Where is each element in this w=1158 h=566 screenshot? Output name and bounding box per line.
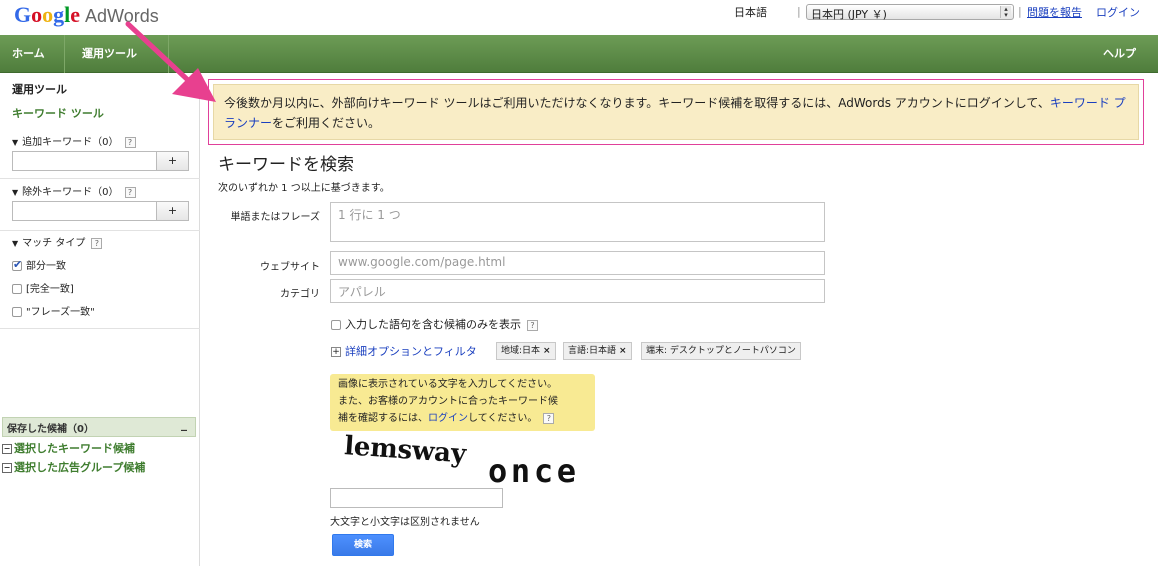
add-keywords-input[interactable]: [12, 151, 157, 171]
checkbox[interactable]: [12, 307, 22, 317]
checkbox-checked[interactable]: [12, 258, 22, 271]
expand-icon: +: [331, 347, 341, 357]
login-link[interactable]: ログイン: [1096, 4, 1140, 20]
divider: |: [797, 5, 801, 18]
help-icon[interactable]: ?: [91, 238, 103, 249]
sidebar: 運用ツール キーワード ツール ▼ 追加キーワード（0）? + ▼ 除外キーワード（…: [0, 73, 200, 566]
deprecation-notice: 今後数か月以内に、外部向けキーワード ツールはご利用いただけなくなります。キーワ…: [208, 79, 1144, 145]
exclude-keywords-toggle[interactable]: ▼ 除外キーワード（0）?: [12, 183, 136, 198]
match-phrase-option[interactable]: "フレーズ一致": [12, 303, 95, 318]
checkbox[interactable]: [331, 320, 341, 330]
captcha-instructions: 画像に表示されている文字を入力してください。 また、お客様のアカウントに合ったキ…: [330, 374, 595, 431]
currency-value: 日本円 (JPY ￥): [811, 8, 887, 21]
page-subtitle: 次のいずれか 1 つ以上に基づきます。: [218, 183, 390, 194]
add-exclude-button[interactable]: +: [156, 201, 189, 221]
captcha-input[interactable]: [330, 488, 503, 508]
nav-divider: [64, 35, 65, 73]
close-icon[interactable]: ×: [543, 346, 551, 356]
only-include-option[interactable]: 入力した語句を含む候補のみを表示?: [331, 316, 538, 332]
saved-ideas-header: 保存した候補（0） _: [2, 417, 196, 437]
category-input[interactable]: アパレル: [330, 279, 825, 303]
advanced-options-toggle[interactable]: + 詳細オプションとフィルタ: [331, 343, 477, 359]
divider: [0, 230, 200, 231]
nav-home[interactable]: ホーム: [12, 35, 45, 73]
selected-keyword-ideas[interactable]: − 選択したキーワード候補: [2, 440, 196, 456]
triangle-down-icon: ▼: [12, 138, 19, 147]
nav-help[interactable]: ヘルプ: [1103, 35, 1136, 73]
captcha-login-link[interactable]: ログイン: [428, 413, 468, 424]
arrow-icon: [125, 21, 216, 102]
notice-message: 今後数か月以内に、外部向けキーワード ツールはご利用いただけなくなります。キーワ…: [213, 84, 1139, 140]
divider: [0, 328, 200, 329]
match-type-toggle[interactable]: ▼ マッチ タイプ?: [12, 234, 103, 249]
phrase-label: 単語またはフレーズ: [230, 212, 321, 223]
triangle-down-icon: ▼: [12, 239, 19, 248]
exclude-keywords-input[interactable]: [12, 201, 157, 221]
filter-chip-language[interactable]: 言語:日本語 ×: [563, 342, 632, 360]
captcha-word-1: lemsway: [343, 432, 468, 470]
add-keyword-button[interactable]: +: [156, 151, 189, 171]
language-label: 日本語: [734, 6, 767, 19]
collapse-icon[interactable]: −: [2, 444, 12, 454]
report-issue-link[interactable]: 問題を報告: [1027, 4, 1082, 20]
google-wordmark: Google: [14, 2, 81, 27]
search-button[interactable]: 検索: [332, 534, 394, 556]
captcha-graphic: lemsway once: [343, 431, 576, 490]
help-icon[interactable]: ?: [543, 413, 555, 424]
add-keywords-toggle[interactable]: ▼ 追加キーワード（0）?: [12, 133, 136, 148]
help-icon[interactable]: ?: [124, 187, 136, 198]
sidebar-keyword-tool-link[interactable]: キーワード ツール: [12, 105, 104, 121]
collapse-icon[interactable]: −: [2, 463, 12, 473]
saved-ideas-panel: 保存した候補（0） _ − 選択したキーワード候補 − 選択した広告グループ候補: [2, 417, 196, 477]
website-label: ウェブサイト: [260, 262, 320, 273]
filter-chip-location[interactable]: 地域:日本 ×: [496, 342, 556, 360]
close-icon[interactable]: ×: [619, 346, 627, 356]
captcha-image: lemsway once: [340, 431, 590, 493]
filter-chip-device[interactable]: 端末: デスクトップとノートパソコン: [641, 342, 801, 360]
divider: [0, 178, 200, 179]
minimize-icon[interactable]: _: [181, 417, 187, 431]
help-icon[interactable]: ?: [527, 320, 538, 331]
case-note: 大文字と小文字は区別されません: [330, 517, 480, 528]
website-input[interactable]: www.google.com/page.html: [330, 251, 825, 275]
select-arrows-icon: ▴ ▾: [1000, 6, 1011, 19]
page-title: キーワードを検索: [218, 155, 354, 175]
captcha-word-2: once: [488, 452, 576, 490]
annotation-arrow: [120, 20, 230, 113]
checkbox[interactable]: [12, 284, 22, 294]
selected-adgroup-ideas[interactable]: − 選択した広告グループ候補: [2, 459, 196, 475]
match-broad-option[interactable]: 部分一致: [12, 257, 66, 272]
category-label: カテゴリ: [280, 289, 320, 300]
sidebar-title: 運用ツール: [12, 83, 67, 96]
help-icon[interactable]: ?: [124, 137, 136, 148]
currency-select[interactable]: 日本円 (JPY ￥) ▴ ▾: [806, 4, 1014, 21]
divider: |: [1018, 5, 1022, 18]
match-exact-option[interactable]: [完全一致]: [12, 280, 74, 295]
triangle-down-icon: ▼: [12, 188, 19, 197]
phrase-textarea[interactable]: 1 行に 1 つ: [330, 202, 825, 242]
